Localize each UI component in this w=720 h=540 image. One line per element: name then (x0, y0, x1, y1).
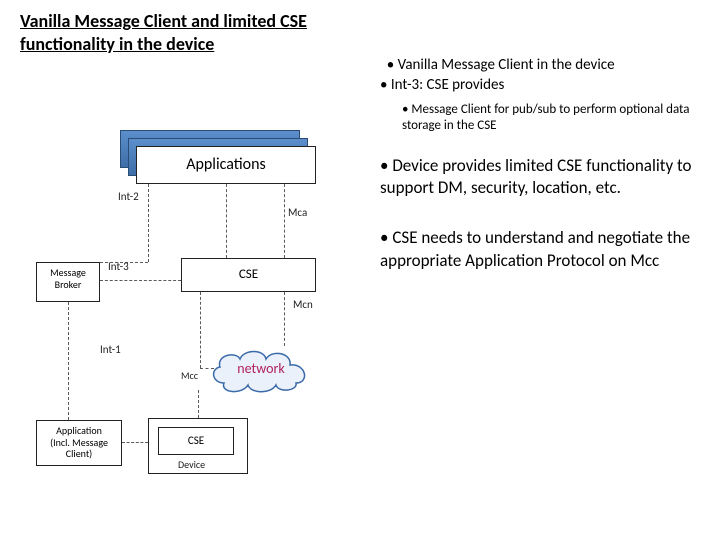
top-bullets: • Vanilla Message Client in the device •… (380, 55, 700, 96)
line-app-device (122, 442, 148, 443)
bullet-2: Int-3: CSE provides (391, 76, 504, 94)
app-incl-l3: Client) (66, 447, 92, 460)
application-incl-box: Application (Incl. Message Client) (36, 420, 122, 466)
cse-bottom-box: CSE (158, 427, 234, 455)
architecture-diagram: Applications Mca Int-2 Message Broker In… (20, 130, 360, 530)
label-mcn: Mcn (293, 298, 313, 311)
network-cloud: network (206, 345, 316, 393)
label-mcc: Mcc (181, 369, 198, 382)
sub-bullet: • Message Client for pub/sub to perform … (402, 102, 700, 136)
network-label: network (206, 345, 316, 393)
bullet-1: Vanilla Message Client in the device (398, 56, 615, 74)
page-title: Vanilla Message Client and limited CSE f… (20, 10, 350, 55)
line-apps-down-right (284, 184, 285, 258)
line-mcc-v (200, 292, 201, 368)
label-int3: Int-3 (108, 260, 129, 273)
label-int2: Int-2 (118, 190, 139, 203)
line-int1 (68, 302, 69, 420)
big-bullet-1: • Device provides limited CSE functional… (380, 155, 700, 199)
sub-bullet-text: Message Client for pub/sub to perform op… (402, 102, 689, 134)
big-bullet-2: • CSE needs to understand and negotiate … (380, 227, 700, 271)
line-mcn (284, 292, 285, 346)
applications-box: Applications (136, 146, 316, 184)
big-bullet-2-text: CSE needs to understand and negotiate th… (380, 227, 690, 270)
label-mca: Mca (288, 206, 307, 219)
line-net-device (198, 390, 199, 418)
msg-broker-l2: Broker (55, 278, 82, 291)
line-int2-v (148, 184, 149, 262)
message-broker-box: Message Broker (36, 262, 100, 302)
line-apps-down (226, 184, 227, 258)
right-column: • Vanilla Message Client in the device •… (380, 55, 700, 272)
label-device: Device (178, 458, 205, 471)
cse-top-box: CSE (181, 258, 316, 292)
label-int1: Int-1 (100, 343, 121, 356)
big-bullet-1-text: Device provides limited CSE functionalit… (380, 155, 691, 198)
line-int3 (100, 280, 181, 281)
